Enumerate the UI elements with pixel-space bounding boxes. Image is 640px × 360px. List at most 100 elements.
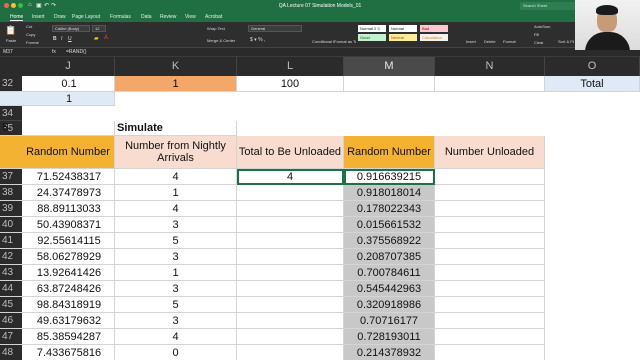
autosum-button[interactable]: AutoSum xyxy=(534,24,550,29)
font-color-icon[interactable]: A xyxy=(104,35,108,41)
tab-formulas[interactable]: Formulas xyxy=(110,14,131,20)
number-format-select[interactable]: General xyxy=(248,25,302,32)
cell-n32[interactable] xyxy=(435,76,545,92)
total-unloaded-cell[interactable] xyxy=(237,249,344,265)
random-number-cell[interactable]: 13.92641426 xyxy=(0,265,115,281)
header-random-number-unload[interactable]: Random Number xyxy=(344,136,435,169)
total-unloaded-cell[interactable] xyxy=(237,329,344,345)
number-unloaded-cell[interactable] xyxy=(435,201,545,217)
arrivals-cell[interactable]: 5 xyxy=(115,297,237,313)
random-number-cell[interactable]: 7.433675816 xyxy=(0,345,115,360)
fill-button[interactable]: Fill xyxy=(534,32,539,37)
conditional-formatting-button[interactable]: Conditional Formatting xyxy=(312,39,334,44)
random-number-cell[interactable]: 63.87248426 xyxy=(0,281,115,297)
cut-button[interactable]: Cut xyxy=(26,24,32,29)
style-neutral[interactable]: Neutral xyxy=(389,34,417,41)
total-unloaded-cell[interactable] xyxy=(237,265,344,281)
number-unloaded-cell[interactable] xyxy=(435,265,545,281)
format-painter-button[interactable]: Format xyxy=(26,40,39,45)
number-unloaded-cell[interactable] xyxy=(435,185,545,201)
unload-random-cell[interactable]: 0.375568922 xyxy=(344,233,435,249)
style-normal-2-3[interactable]: Normal 2 3 xyxy=(358,25,386,32)
cell-j32[interactable]: 0.1 xyxy=(0,76,115,92)
style-normal[interactable]: Normal xyxy=(389,25,417,32)
unload-random-cell[interactable]: 0.178022343 xyxy=(344,201,435,217)
fill-color-icon[interactable]: ▰ xyxy=(94,35,99,42)
unload-random-cell[interactable]: 0.214378932 xyxy=(344,345,435,360)
arrivals-cell[interactable]: 1 xyxy=(115,185,237,201)
number-unloaded-cell[interactable] xyxy=(435,329,545,345)
font-name-select[interactable]: Calibri (Body) xyxy=(52,25,90,32)
unload-random-cell[interactable]: 0.700784611 xyxy=(344,265,435,281)
cell-m32[interactable] xyxy=(344,76,435,92)
arrivals-cell[interactable]: 1 xyxy=(115,265,237,281)
delete-cells-button[interactable]: Delete xyxy=(484,39,496,44)
style-bad[interactable]: Bad xyxy=(420,25,448,32)
bold-button[interactable]: B xyxy=(53,36,57,42)
style-calculation[interactable]: Calculation xyxy=(420,34,448,41)
unload-random-cell[interactable]: 0.916639215 xyxy=(344,169,435,185)
arrivals-cell[interactable]: 3 xyxy=(115,313,237,329)
currency-format-icon[interactable]: $ ▾ % , xyxy=(250,37,265,43)
cell-o32[interactable]: Total xyxy=(545,76,640,92)
total-unloaded-cell[interactable] xyxy=(237,281,344,297)
spreadsheet-grid[interactable]: JKLMNO320.11100Total33134355Simulate36Ra… xyxy=(0,57,640,360)
header-number-unloaded[interactable]: Number Unloaded xyxy=(435,136,545,169)
number-unloaded-cell[interactable] xyxy=(435,345,545,360)
number-unloaded-cell[interactable] xyxy=(435,313,545,329)
insert-cells-button[interactable]: Insert xyxy=(466,39,476,44)
column-header-n[interactable]: N xyxy=(435,57,545,76)
arrivals-cell[interactable]: 3 xyxy=(115,249,237,265)
unload-random-cell[interactable]: 0.70716177 xyxy=(344,313,435,329)
formula-input[interactable]: =RAND() xyxy=(66,49,86,55)
paste-button[interactable]: Paste xyxy=(6,38,16,43)
row-header[interactable]: 34 xyxy=(0,106,22,121)
random-number-cell[interactable]: 92.55614115 xyxy=(0,233,115,249)
column-header-k[interactable]: K xyxy=(115,57,237,76)
unload-random-cell[interactable]: 0.320918986 xyxy=(344,297,435,313)
arrivals-cell[interactable]: 5 xyxy=(115,233,237,249)
arrivals-cell[interactable]: 4 xyxy=(115,329,237,345)
total-unloaded-cell[interactable]: 4 xyxy=(237,169,344,185)
merge-center-button[interactable]: Merge & Center xyxy=(207,38,235,43)
header-nightly-arrivals[interactable]: Number from Nightly Arrivals xyxy=(115,136,237,169)
cell-j33[interactable]: 1 xyxy=(0,92,115,106)
copy-button[interactable]: Copy xyxy=(26,32,35,37)
wrap-text-button[interactable]: Wrap Text xyxy=(207,26,225,31)
random-number-cell[interactable]: 71.52438317 xyxy=(0,169,115,185)
unload-random-cell[interactable]: 0.918018014 xyxy=(344,185,435,201)
random-number-cell[interactable]: 24.37478973 xyxy=(0,185,115,201)
number-unloaded-cell[interactable] xyxy=(435,297,545,313)
random-number-cell[interactable]: 58.06278929 xyxy=(0,249,115,265)
column-header-j[interactable]: J xyxy=(0,57,115,76)
format-as-table-button[interactable]: Format as Table xyxy=(334,39,356,44)
paste-icon[interactable]: 📋 xyxy=(5,25,16,36)
tab-review[interactable]: Review xyxy=(160,14,176,20)
number-unloaded-cell[interactable] xyxy=(435,281,545,297)
cell-j35[interactable]: 5 xyxy=(0,121,115,136)
total-unloaded-cell[interactable] xyxy=(237,297,344,313)
total-unloaded-cell[interactable] xyxy=(237,233,344,249)
column-header-l[interactable]: L xyxy=(237,57,344,76)
tab-data[interactable]: Data xyxy=(141,14,152,20)
total-unloaded-cell[interactable] xyxy=(237,345,344,360)
arrivals-cell[interactable]: 3 xyxy=(115,281,237,297)
font-size-select[interactable]: 12 xyxy=(92,25,106,32)
name-box[interactable]: M37 xyxy=(3,49,13,55)
random-number-cell[interactable]: 85.38594287 xyxy=(0,329,115,345)
header-random-number-arrivals[interactable]: Random Number xyxy=(0,136,115,169)
number-unloaded-cell[interactable] xyxy=(435,233,545,249)
simulate-label[interactable]: Simulate xyxy=(115,121,237,136)
number-unloaded-cell[interactable] xyxy=(435,249,545,265)
number-unloaded-cell[interactable] xyxy=(435,169,545,185)
cell-l32[interactable]: 100 xyxy=(237,76,344,92)
column-header-m[interactable]: M xyxy=(344,57,435,76)
arrivals-cell[interactable]: 4 xyxy=(115,201,237,217)
fx-icon[interactable]: fx xyxy=(52,49,56,55)
clear-button[interactable]: Clear xyxy=(534,40,544,45)
unload-random-cell[interactable]: 0.208707385 xyxy=(344,249,435,265)
header-total-unloaded[interactable]: Total to Be Unloaded xyxy=(237,136,344,169)
tab-acrobat[interactable]: Acrobat xyxy=(205,14,222,20)
random-number-cell[interactable]: 49.63179632 xyxy=(0,313,115,329)
unload-random-cell[interactable]: 0.728193011 xyxy=(344,329,435,345)
